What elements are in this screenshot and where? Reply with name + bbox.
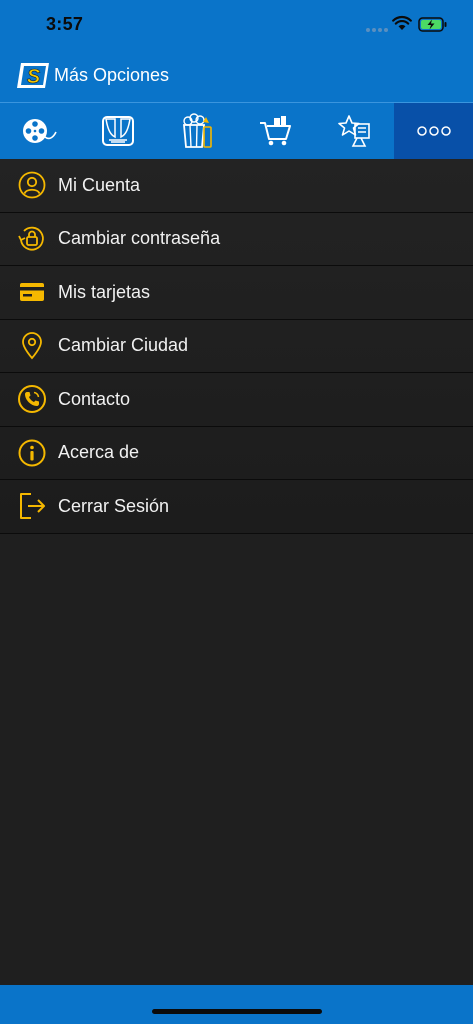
- lock-refresh-icon: [18, 226, 44, 251]
- signal-icon: [366, 28, 388, 32]
- battery-icon: [418, 17, 447, 32]
- menu-item-mi-cuenta[interactable]: Mi Cuenta: [0, 159, 473, 213]
- menu-item-label: Cambiar contraseña: [58, 228, 221, 249]
- menu-item-label: Acerca de: [58, 442, 140, 463]
- info-icon: [18, 439, 46, 467]
- menu-item-label: Contacto: [58, 388, 131, 409]
- tab-promotions[interactable]: [315, 103, 394, 159]
- logout-icon: [20, 493, 45, 520]
- credit-card-icon: [20, 283, 44, 302]
- film-reel-icon: [23, 119, 58, 143]
- tab-theaters[interactable]: [79, 103, 158, 159]
- phone-icon: [18, 385, 46, 414]
- tab-movies[interactable]: [0, 103, 79, 159]
- star-ticket-icon: [337, 115, 370, 147]
- wifi-icon: [392, 15, 412, 30]
- more-dots-icon: [416, 126, 451, 136]
- home-indicator[interactable]: [152, 1009, 322, 1014]
- menu-item-label: Mis tarjetas: [58, 281, 151, 302]
- menu-item-cambiar-ciudad[interactable]: Cambiar Ciudad: [0, 320, 473, 373]
- menu-item-label: Cerrar Sesión: [58, 495, 170, 516]
- popcorn-icon: [183, 113, 212, 148]
- menu-item-contacto[interactable]: Contacto: [0, 373, 473, 427]
- tab-more[interactable]: [394, 103, 473, 159]
- status-time: 3:57: [46, 14, 84, 34]
- tab-snacks[interactable]: [158, 103, 237, 159]
- map-pin-icon: [22, 331, 42, 360]
- svg-text:S: S: [27, 66, 41, 88]
- options-menu: Mi Cuenta Cambiar contraseña Mis tarjeta…: [0, 159, 473, 534]
- bottom-bar: [0, 985, 473, 1024]
- menu-item-label: Cambiar Ciudad: [58, 335, 189, 356]
- tab-bar: [0, 102, 473, 159]
- user-icon: [18, 171, 46, 199]
- menu-item-cerrar-sesion[interactable]: Cerrar Sesión: [0, 480, 473, 534]
- app-header: 3:57 S Más Opciones: [0, 0, 473, 102]
- menu-item-label: Mi Cuenta: [58, 174, 141, 195]
- theater-curtain-icon: [102, 116, 135, 146]
- page-title: Más Opciones: [54, 65, 170, 85]
- cinema-logo-icon: S: [17, 63, 49, 88]
- shopping-cart-icon: [259, 116, 291, 146]
- menu-item-mis-tarjetas[interactable]: Mis tarjetas: [0, 266, 473, 320]
- menu-item-acerca-de[interactable]: Acerca de: [0, 427, 473, 480]
- tab-cart[interactable]: [236, 103, 315, 159]
- menu-item-cambiar-contrasena[interactable]: Cambiar contraseña: [0, 213, 473, 266]
